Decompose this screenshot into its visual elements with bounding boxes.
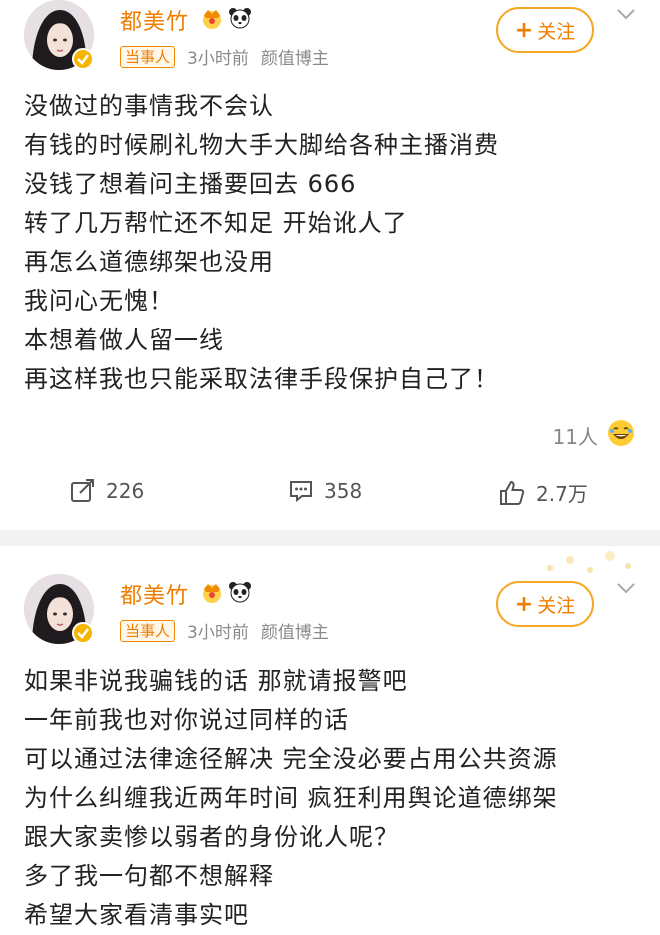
user-title: 颜值博主: [260, 623, 329, 643]
name-icons: [200, 6, 252, 34]
verified-icon: [72, 48, 94, 70]
status-badge: 当事人: [120, 45, 176, 68]
comment-icon: [290, 481, 312, 503]
panda-icon: [228, 6, 252, 34]
user-title: 颜值博主: [260, 49, 329, 69]
chevron-down-icon[interactable]: [616, 6, 636, 20]
crown-icon: [200, 6, 224, 34]
verified-icon: [72, 622, 94, 644]
post-line: 跟大家卖惨以弱者的身份讹人呢？: [24, 823, 399, 851]
panda-icon: [228, 580, 252, 608]
post-content: 如果非说我骗钱的话 那就请报警吧 一年前我也对你说过同样的话 可以通过法律途径解…: [0, 662, 558, 935]
action-bar: 226 358 2.7万: [0, 478, 660, 518]
follow-label: 关注: [537, 594, 576, 617]
post-line: 再怎么道德绑架也没用: [24, 248, 274, 276]
repost-count: 226: [106, 479, 145, 503]
username[interactable]: 都美竹: [120, 4, 189, 36]
plus-icon: +: [514, 17, 534, 43]
post-line: 希望大家看清事实吧: [24, 901, 249, 929]
follow-label: 关注: [537, 20, 576, 43]
post-divider: [0, 530, 660, 546]
comment-count: 358: [324, 479, 363, 503]
post-line: 没做过的事情我不会认: [24, 92, 274, 120]
like-icon: [500, 480, 525, 505]
post-line: 多了我一句都不想解释: [24, 862, 274, 890]
post-line: 一年前我也对你说过同样的话: [24, 706, 349, 734]
reaction-count: 11人: [552, 425, 598, 449]
like-button[interactable]: 2.7万: [498, 478, 588, 507]
repost-icon: [71, 479, 94, 502]
post-2: 都美竹 当事人 3小时前 颜值博主 + 关注 如果非说我骗钱的话 那就请报警吧 …: [0, 574, 660, 933]
post-line: 我问心无愧！: [24, 287, 174, 315]
username[interactable]: 都美竹: [120, 578, 189, 610]
post-line: 没钱了想着问主播要回去 666: [24, 170, 357, 198]
comment-button[interactable]: 358: [288, 478, 362, 504]
post-line: 如果非说我骗钱的话 那就请报警吧: [24, 667, 408, 695]
laugh-emoji-icon: [606, 418, 636, 453]
post-line: 有钱的时候刷礼物大手大脚给各种主播消费: [24, 131, 499, 159]
post-line: 可以通过法律途径解决 完全没必要占用公共资源: [24, 745, 558, 773]
plus-icon: +: [514, 591, 534, 617]
post-meta: 当事人 3小时前 颜值博主: [120, 618, 329, 643]
chevron-down-icon[interactable]: [616, 580, 636, 594]
post-content: 没做过的事情我不会认 有钱的时候刷礼物大手大脚给各种主播消费 没钱了想着问主播要…: [0, 87, 499, 399]
crown-icon: [200, 580, 224, 608]
post-meta: 当事人 3小时前 颜值博主: [120, 44, 329, 69]
status-badge: 当事人: [120, 619, 176, 642]
like-count: 2.7万: [536, 482, 588, 506]
repost-button[interactable]: 226: [70, 478, 144, 504]
post-line: 为什么纠缠我近两年时间 疯狂利用舆论道德绑架: [24, 784, 558, 812]
name-icons: [200, 580, 252, 608]
post-line: 再这样我也只能采取法律手段保护自己了！: [24, 365, 499, 393]
post-time: 3小时前: [187, 49, 249, 69]
post-line: 转了几万帮忙还不知足 开始讹人了: [24, 209, 408, 237]
follow-button[interactable]: + 关注: [496, 581, 594, 627]
post-header: 都美竹 当事人 3小时前 颜值博主 + 关注: [0, 0, 660, 78]
post-time: 3小时前: [187, 623, 249, 643]
reactions[interactable]: 11人: [553, 418, 636, 453]
post-header: 都美竹 当事人 3小时前 颜值博主 + 关注: [0, 574, 660, 652]
post-1: 都美竹 当事人 3小时前 颜值博主 + 关注 没做过的事情我不会认 有钱的时候刷…: [0, 0, 660, 530]
post-line: 本想着做人留一线: [24, 326, 224, 354]
follow-button[interactable]: + 关注: [496, 7, 594, 53]
